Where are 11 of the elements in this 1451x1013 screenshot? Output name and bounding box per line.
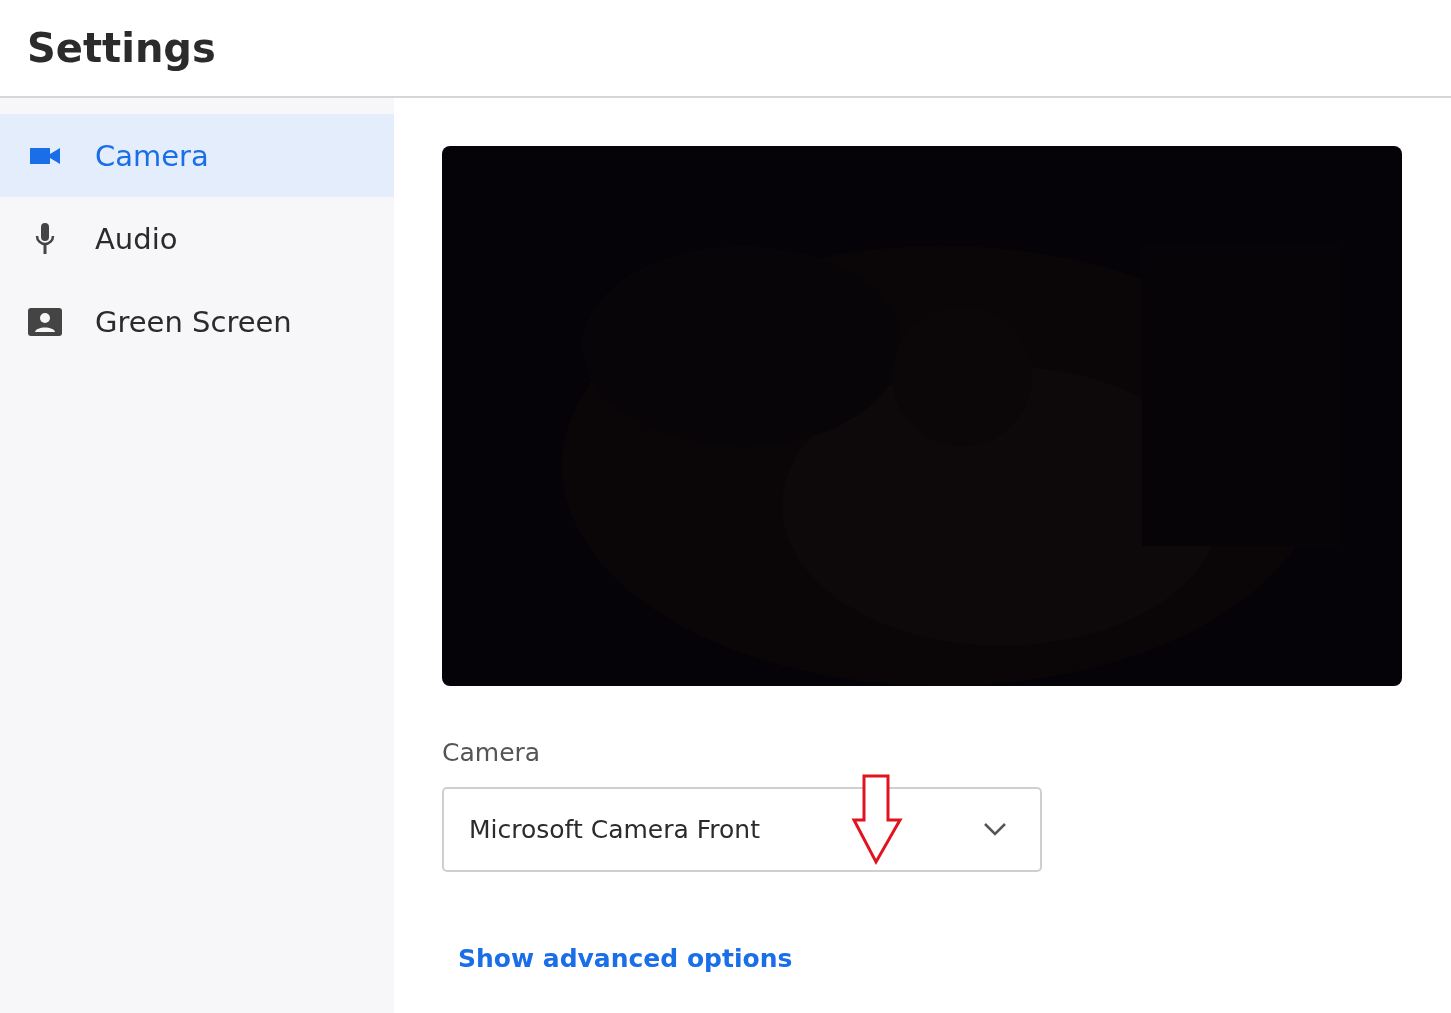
person-card-icon xyxy=(28,307,62,336)
chevron-down-icon xyxy=(984,823,1006,836)
sidebar-item[interactable]: Camera xyxy=(0,114,394,197)
video-camera-icon xyxy=(30,145,60,166)
settings-title: Settings xyxy=(27,25,216,71)
microphone-icon xyxy=(35,222,55,255)
camera-dropdown[interactable]: Microsoft Camera Front xyxy=(442,787,1042,872)
sidebar-item[interactable]: Audio xyxy=(0,197,394,280)
camera-label: Camera xyxy=(442,738,542,767)
advanced-options-link[interactable]: Show advanced options xyxy=(458,944,793,973)
sidebar-item[interactable]: Green Screen xyxy=(0,280,394,363)
